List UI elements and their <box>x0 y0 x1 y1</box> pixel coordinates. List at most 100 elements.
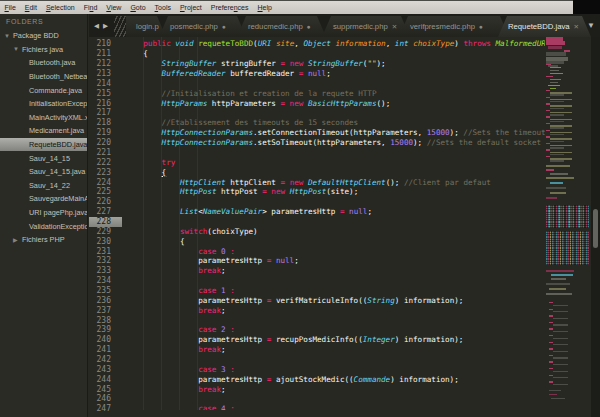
minimap-mark <box>550 141 564 142</box>
minimap-mark <box>549 288 566 290</box>
tab-label: login.p <box>136 22 159 31</box>
line-number: 232 <box>89 256 122 266</box>
minimap-mark <box>553 371 568 372</box>
line-number: 217 <box>89 108 122 118</box>
sidebar-item-label: Commande.java <box>29 86 82 95</box>
sidebar-item-bluetooth-netbea[interactable]: Bluetooth_Netbea <box>0 70 87 84</box>
minimap-mark <box>550 145 572 146</box>
code-line: public void requeteToBDD(URI site, Objec… <box>122 39 545 49</box>
scrollbar-track[interactable] <box>591 37 600 417</box>
tab-supprmedic-php[interactable]: supprmedic.php ✕ <box>322 16 410 37</box>
code-line: StringBuffer stringBuffer = new StringBu… <box>122 59 545 69</box>
minimap-mark <box>551 398 565 399</box>
line-number: 228 <box>89 217 122 227</box>
minimap-mark <box>550 101 564 102</box>
tab-reducmedic-php[interactable]: reducmedic.php● <box>237 16 326 37</box>
tab-label: supprmedic.php <box>333 22 388 31</box>
minimap-mark <box>550 134 564 135</box>
line-number: 233 <box>89 266 122 276</box>
modified-dot-icon[interactable]: ● <box>222 23 226 30</box>
sidebar-item-bluetooth-java[interactable]: Bluetooth.java <box>0 56 87 70</box>
line-number: 222 <box>89 158 122 168</box>
minimap-mark <box>548 85 560 86</box>
menu-goto[interactable]: Goto <box>126 4 150 11</box>
sidebar-item-label: MainActivityXML.x <box>29 113 87 122</box>
tab-verifpresmedic-php[interactable]: verifpresmedic.php ● <box>399 16 509 37</box>
minimap-mark <box>549 361 553 362</box>
code-line: switch(choixType) <box>122 227 545 237</box>
code-line: //Etablissement des timeouts de 15 secon… <box>122 118 545 128</box>
tab-label: RequeteBDD.java <box>508 22 570 31</box>
line-number: 229 <box>89 227 122 237</box>
sidebar-item-initialisationexcep[interactable]: InitialisationExcep <box>0 97 87 111</box>
menu-selection[interactable]: Selection <box>41 4 79 11</box>
minimap-mark <box>546 165 570 167</box>
minimap-mark <box>546 76 553 77</box>
tab-label: verifpresmedic.php <box>410 22 475 31</box>
menu-edit[interactable]: Edit <box>20 4 41 11</box>
menu-file[interactable]: File <box>0 4 20 11</box>
sidebar-item-uri-pagephp-java[interactable]: URI pagePhp.java <box>0 206 87 220</box>
sidebar-item-fichiers-php[interactable]: ▶Fichiers PHP <box>0 233 87 247</box>
minimap-mark <box>550 112 572 113</box>
menu-project[interactable]: Project <box>175 4 206 11</box>
sidebar-item-commande-java[interactable]: Commande.java <box>0 83 87 97</box>
modified-dot-icon[interactable]: ● <box>479 23 483 30</box>
menu-help[interactable]: Help <box>253 4 276 11</box>
tab-login-p[interactable]: login.p <box>126 16 166 37</box>
sidebar-item-fichiers-java[interactable]: ▼Fichiers java <box>0 43 87 57</box>
minimap-mark <box>553 305 568 306</box>
minimap-mark <box>553 357 568 358</box>
sidebar-item-sauvegardemaina[interactable]: SauvegardeMainA <box>0 192 87 206</box>
tab-scroll-left-icon[interactable]: ◀ <box>94 22 99 30</box>
close-icon[interactable]: ✕ <box>392 23 397 31</box>
sidebar-item-sauv-14-15-java[interactable]: Sauv_14_15.java <box>0 165 87 179</box>
tab-overflow-icon[interactable]: ▼ <box>587 21 595 30</box>
chevron-right-icon[interactable]: ▶ <box>13 236 22 243</box>
tab-scroll-right-icon[interactable]: ▶ <box>103 22 108 30</box>
line-number: 242 <box>89 355 122 365</box>
sidebar-item-requetebdd-java[interactable]: RequeteBDD.java <box>0 138 87 152</box>
minimap-mark <box>550 154 564 155</box>
modified-dot-icon[interactable]: ● <box>307 23 311 30</box>
minimap-mark <box>553 331 568 332</box>
minimap-mark <box>550 73 563 74</box>
sidebar-item-label: Sauv_14_22 <box>29 181 70 190</box>
code-line: break; <box>122 385 545 395</box>
code-line <box>122 108 545 118</box>
line-number: 234 <box>89 276 122 286</box>
line-number: 245 <box>89 385 122 395</box>
sidebar-item-mainactivityxml-x[interactable]: MainActivityXML.x <box>0 111 87 125</box>
code-area[interactable]: 2092102112122132142152162172182192202212… <box>89 37 600 417</box>
tab-posmedic-php[interactable]: posmedic.php ● <box>159 16 246 37</box>
chevron-down-icon[interactable]: ▼ <box>13 46 22 52</box>
chevron-down-icon[interactable]: ▼ <box>4 33 13 39</box>
sidebar-item-medicament-java[interactable]: Medicament.java <box>0 124 87 138</box>
code-lines[interactable]: public void requeteToBDD(URI site, Objec… <box>122 37 545 410</box>
minimap-mark <box>550 67 561 68</box>
scrollbar-thumb[interactable] <box>593 209 598 248</box>
close-icon[interactable]: ✕ <box>574 23 579 31</box>
code-line: case 3 : <box>122 365 545 375</box>
code-line: case 1 : <box>122 286 545 296</box>
menu-preferences[interactable]: Preferences <box>206 4 253 11</box>
minimap[interactable] <box>545 37 591 417</box>
line-number: 231 <box>89 247 122 257</box>
menu-tools[interactable]: Tools <box>150 4 175 11</box>
minimap-mark <box>546 64 551 65</box>
minimap-mark <box>549 302 553 303</box>
menu-find[interactable]: Find <box>79 4 102 11</box>
menu-view[interactable]: View <box>102 4 126 11</box>
sidebar-item-sauv-14-15[interactable]: Sauv_14_15 <box>0 151 87 165</box>
code-line: break; <box>122 306 545 316</box>
minimap-mark <box>550 92 572 93</box>
sidebar-item-package-bdd[interactable]: ▼Package BDD <box>0 29 87 43</box>
sidebar-item-label: URI pagePhp.java <box>29 208 87 217</box>
tab-requetebdd-java[interactable]: RequeteBDD.java ✕ <box>498 16 591 37</box>
tab-label: posmedic.php <box>170 22 218 31</box>
minimap-mark <box>546 116 550 117</box>
sidebar-item-sauv-14-22[interactable]: Sauv_14_22 <box>0 179 87 193</box>
minimap-mark <box>546 103 550 104</box>
minimap-mark <box>546 37 563 41</box>
sidebar-item-validationexceptio[interactable]: ValidationExceptio <box>0 219 87 233</box>
